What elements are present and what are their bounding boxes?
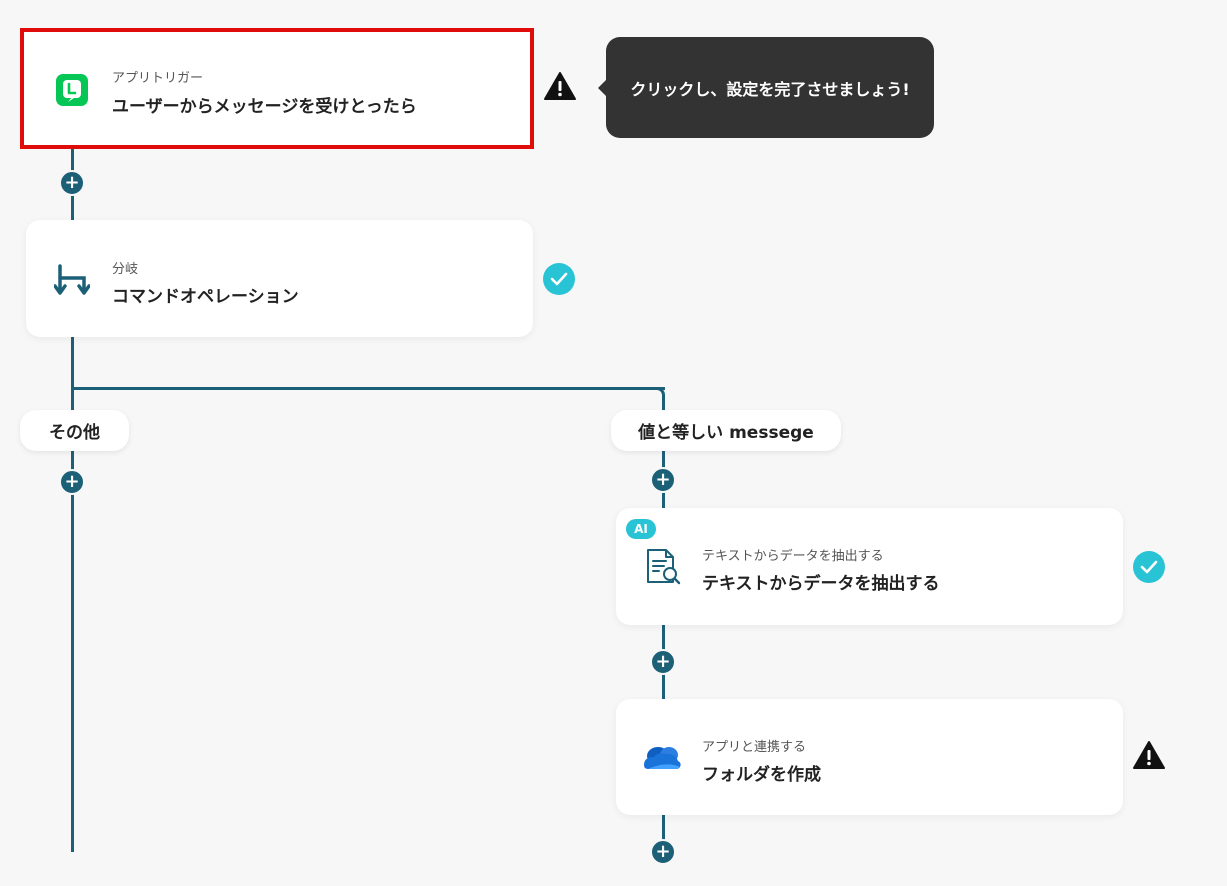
branch-card[interactable]: 分岐 コマンドオペレーション bbox=[26, 220, 533, 337]
folder-card[interactable]: アプリと連携する フォルダを作成 bbox=[616, 699, 1123, 815]
add-step-button[interactable]: + bbox=[650, 467, 676, 493]
add-step-button[interactable]: + bbox=[59, 170, 85, 196]
setup-tooltip: クリックし、設定を完了させましょう! bbox=[598, 37, 934, 138]
warning-icon bbox=[543, 71, 577, 101]
check-icon bbox=[543, 263, 575, 295]
check-icon bbox=[1133, 551, 1165, 583]
trigger-title: ユーザーからメッセージを受けとったら bbox=[112, 97, 417, 117]
line-app-icon bbox=[56, 74, 88, 106]
branch-sub-label: 分岐 bbox=[112, 262, 139, 277]
onedrive-icon bbox=[642, 743, 682, 771]
warning-icon bbox=[1132, 740, 1166, 770]
branch-label-equals[interactable]: 値と等しい messege bbox=[611, 410, 841, 451]
ai-badge: AI bbox=[626, 519, 656, 539]
extract-card[interactable]: テキストからデータを抽出する テキストからデータを抽出する bbox=[616, 508, 1123, 625]
trigger-sub-label: アプリトリガー bbox=[112, 71, 204, 86]
branch-label-other[interactable]: その他 bbox=[20, 410, 129, 451]
add-step-button[interactable]: + bbox=[650, 649, 676, 675]
branch-icon bbox=[53, 262, 91, 298]
extract-sub-label: テキストからデータを抽出する bbox=[702, 549, 884, 564]
folder-sub-label: アプリと連携する bbox=[702, 740, 807, 755]
document-search-icon bbox=[644, 548, 682, 586]
extract-title: テキストからデータを抽出する bbox=[702, 574, 940, 594]
folder-title: フォルダを作成 bbox=[702, 765, 821, 785]
flow-line-branch-horizontal bbox=[71, 387, 665, 390]
add-step-button[interactable]: + bbox=[59, 469, 85, 495]
add-step-button[interactable]: + bbox=[650, 839, 676, 865]
trigger-card[interactable]: アプリトリガー ユーザーからメッセージを受けとったら bbox=[20, 28, 534, 149]
branch-title: コマンドオペレーション bbox=[112, 287, 299, 307]
